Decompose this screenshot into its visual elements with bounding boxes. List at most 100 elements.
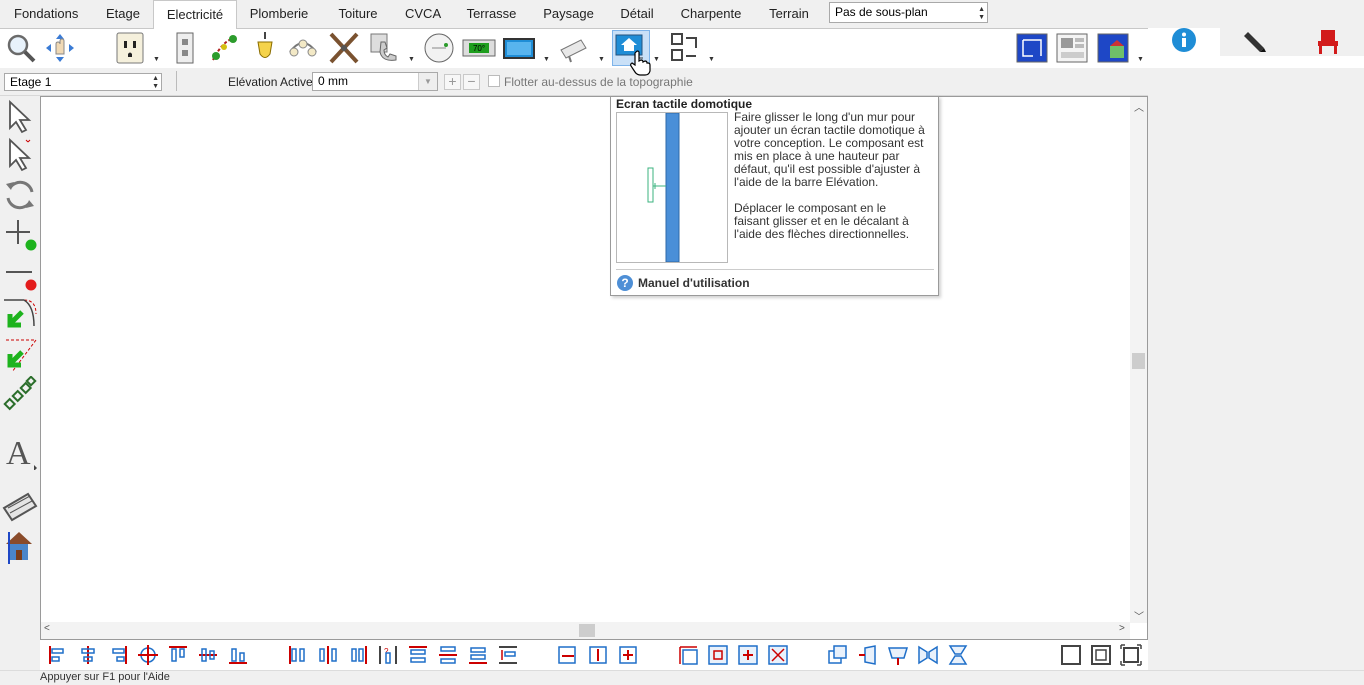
elevation-view-button[interactable] [1055, 30, 1089, 66]
text-tool[interactable]: A [2, 432, 38, 472]
floor-plan-view-button[interactable] [1015, 30, 1049, 66]
pan-tool[interactable] [43, 30, 77, 66]
subplan-select[interactable]: Pas de sous-plan ▲ ▼ [829, 2, 988, 23]
distribute-left-button[interactable] [287, 644, 309, 666]
frame-nested-button[interactable] [1090, 644, 1112, 666]
distribute-horizontal-button[interactable]: ? [377, 644, 399, 666]
elevation-dropdown-icon[interactable]: ▼ [418, 73, 437, 90]
vertical-scroll-thumb[interactable] [1132, 353, 1145, 369]
mirror-left-button[interactable] [857, 644, 879, 666]
tab-detail[interactable]: Détail [619, 5, 655, 28]
tab-cvca[interactable]: CVCA [405, 5, 441, 28]
match-width-button[interactable] [557, 644, 579, 666]
align-middle-button[interactable] [197, 644, 219, 666]
home-view-tool[interactable] [2, 526, 38, 564]
scroll-right-icon[interactable]: > [1119, 623, 1125, 634]
mirror-top-button[interactable] [887, 644, 909, 666]
scroll-down-icon[interactable]: ﹀ [1134, 608, 1144, 623]
rotate-tool[interactable] [2, 176, 38, 214]
scroll-left-icon[interactable]: < [44, 623, 50, 634]
tab-terrain[interactable]: Terrain [767, 5, 811, 28]
tab-paysage[interactable]: Paysage [543, 5, 594, 28]
float-topography-checkbox[interactable] [488, 75, 500, 87]
wire-tool[interactable] [207, 30, 241, 66]
fan-light-tool[interactable] [286, 30, 320, 66]
furniture-tab[interactable] [1292, 28, 1364, 56]
zoom-tool[interactable] [4, 30, 38, 66]
align-left-button[interactable] [47, 644, 69, 666]
wire-connection-icon [212, 35, 237, 61]
pen-tab[interactable] [1220, 28, 1292, 56]
center-both-button[interactable] [137, 644, 159, 666]
ceiling-fan-tool[interactable] [327, 30, 361, 66]
resize-fit-button[interactable] [677, 644, 699, 666]
floor-select[interactable]: Etage 1 ▲ ▼ [4, 73, 162, 91]
camera-path-tool[interactable] [2, 486, 38, 524]
distribute-right-button[interactable] [347, 644, 369, 666]
horizontal-scroll-thumb[interactable] [579, 624, 595, 637]
tab-etage[interactable]: Etage [103, 5, 143, 28]
elevation-increase-button[interactable]: + [444, 74, 461, 90]
tab-terrasse[interactable]: Terrasse [465, 5, 518, 28]
camera-tool[interactable] [557, 30, 591, 66]
smoke-detector-tool[interactable] [422, 30, 456, 66]
tab-charpente[interactable]: Charpente [680, 5, 742, 28]
tab-plomberie[interactable]: Plomberie [249, 5, 309, 28]
contract-button[interactable] [767, 644, 789, 666]
intercom-tool[interactable] [366, 30, 400, 66]
chain-tool[interactable] [2, 375, 38, 414]
3d-view-button[interactable] [1096, 30, 1130, 66]
expand-from-center-button[interactable] [737, 644, 759, 666]
horizontal-scrollbar[interactable]: < > [41, 622, 1130, 639]
light-fixture-icon [289, 39, 317, 57]
delete-point-tool[interactable] [2, 256, 38, 294]
reflect-vertical-button[interactable] [947, 644, 969, 666]
scroll-up-icon[interactable]: ︿ [1134, 99, 1144, 114]
tab-fondations[interactable]: Fondations [14, 5, 78, 28]
view-dropdown-icon[interactable]: ▼ [1137, 56, 1144, 63]
shrink-to-center-button[interactable] [707, 644, 729, 666]
frame-corners-icon [1120, 644, 1142, 666]
distribute-center-button[interactable] [317, 644, 339, 666]
match-size-button[interactable] [617, 644, 639, 666]
distribute-vertical-button[interactable] [497, 644, 519, 666]
camera-dropdown-icon[interactable]: ▼ [598, 56, 605, 63]
connector-tool[interactable] [668, 30, 702, 66]
outlet-dropdown-icon[interactable]: ▼ [153, 56, 160, 63]
copy-stack-button[interactable] [827, 644, 849, 666]
match-height-button[interactable] [587, 644, 609, 666]
tv-tool[interactable] [502, 30, 536, 66]
multi-select-tool[interactable] [2, 136, 38, 174]
frame-outline-button[interactable] [1060, 644, 1082, 666]
thermostat-tool[interactable]: 70° [462, 30, 496, 66]
frame-corners-button[interactable] [1120, 644, 1142, 666]
connector-dropdown-icon[interactable]: ▼ [708, 56, 715, 63]
info-tab[interactable] [1148, 28, 1220, 56]
distribute-middle-button[interactable] [437, 644, 459, 666]
align-bottom-button[interactable] [227, 644, 249, 666]
tab-electricite[interactable]: Electricité [153, 0, 237, 29]
user-manual-link[interactable]: Manuel d'utilisation [638, 276, 750, 290]
light-tool[interactable] [248, 30, 282, 66]
mirror-left-icon [859, 645, 876, 665]
join-tool[interactable] [2, 296, 38, 334]
break-tool[interactable] [2, 336, 38, 374]
select-tool[interactable] [2, 98, 38, 136]
reflect-horizontal-button[interactable] [917, 644, 939, 666]
add-point-tool[interactable] [2, 216, 38, 254]
home-screen-dropdown-icon[interactable]: ▼ [653, 56, 660, 63]
align-right-button[interactable] [107, 644, 129, 666]
intercom-dropdown-icon[interactable]: ▼ [408, 56, 415, 63]
elevation-input[interactable]: 0 mm ▼ [312, 72, 438, 91]
outlet-tool[interactable] [113, 30, 147, 66]
distribute-top-button[interactable] [407, 644, 429, 666]
align-top-button[interactable] [167, 644, 189, 666]
tab-toiture[interactable]: Toiture [336, 5, 380, 28]
elevation-decrease-button[interactable]: − [463, 74, 480, 90]
drawing-canvas[interactable] [40, 96, 1148, 640]
align-center-button[interactable] [77, 644, 99, 666]
vertical-scrollbar[interactable]: ︿ ﹀ [1130, 97, 1147, 623]
distribute-bottom-button[interactable] [467, 644, 489, 666]
switch-tool[interactable] [168, 30, 202, 66]
tv-dropdown-icon[interactable]: ▼ [543, 56, 550, 63]
